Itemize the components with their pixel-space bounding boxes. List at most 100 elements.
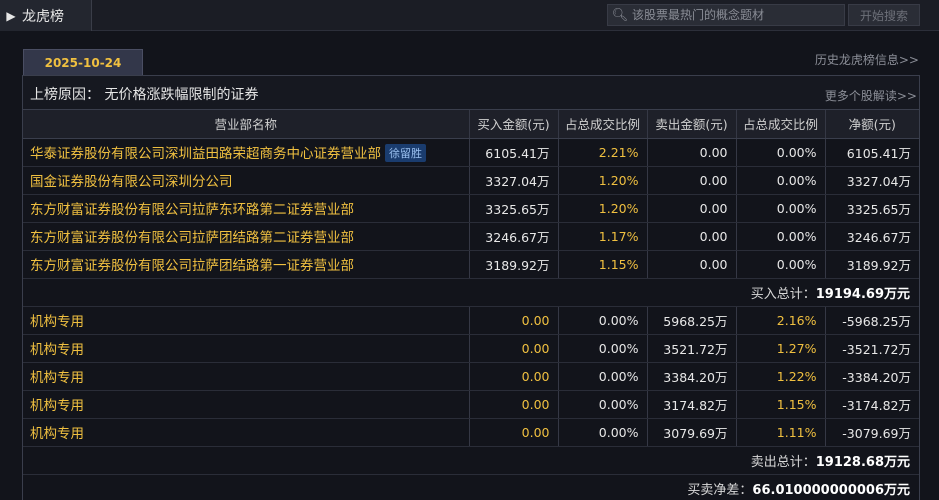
- sell-ratio: 1.11%: [736, 418, 826, 447]
- table-row[interactable]: 机构专用 0.00 0.00% 3079.69万 1.11% -3079.69万: [23, 418, 919, 447]
- seat-name-cell[interactable]: 东方财富证券股份有限公司拉萨团结路第一证券营业部: [23, 250, 470, 279]
- table-row[interactable]: 国金证券股份有限公司深圳分公司 3327.04万 1.20% 0.00 0.00% 332…: [23, 166, 919, 195]
- net-amount: -3174.82万: [825, 390, 919, 419]
- sell-total: 卖出总计：19128.68万元: [23, 446, 919, 475]
- seat-name[interactable]: 华泰证券股份有限公司深圳益田路荣超商务中心证券营业部: [30, 146, 381, 162]
- sell-total-cell: 卖出总计：19128.68万元: [23, 446, 919, 475]
- buy-amount: 3246.67万: [469, 222, 559, 251]
- seat-name-cell[interactable]: 东方财富证券股份有限公司拉萨团结路第二证券营业部: [23, 222, 470, 251]
- buy-ratio: 0.00%: [558, 334, 648, 363]
- table-row[interactable]: 机构专用 0.00 0.00% 3521.72万 1.27% -3521.72万: [23, 334, 919, 363]
- table-row[interactable]: 东方财富证券股份有限公司拉萨团结路第二证券营业部 3246.67万 1.17% 0.0…: [23, 222, 919, 251]
- net-amount: -3521.72万: [825, 334, 919, 363]
- column-header: 净额(元): [825, 110, 919, 139]
- buy-total-cell: 买入总计：19194.69万元: [23, 278, 919, 307]
- seat-name-cell[interactable]: 国金证券股份有限公司深圳分公司: [23, 166, 470, 195]
- column-header: 营业部名称: [23, 110, 470, 139]
- sell-ratio: 0.00%: [736, 138, 826, 167]
- seat-name-cell[interactable]: 机构专用: [23, 306, 470, 335]
- more-analysis-link[interactable]: 更多个股解读>>: [825, 87, 917, 104]
- seat-name[interactable]: 国金证券股份有限公司深圳分公司: [30, 174, 233, 190]
- net-amount: -5968.25万: [825, 306, 919, 335]
- sell-amount: 5968.25万: [647, 306, 737, 335]
- net-amount: -3384.20万: [825, 362, 919, 391]
- history-link[interactable]: 历史龙虎榜信息>>: [815, 51, 919, 68]
- module-title: 龙虎榜: [22, 8, 64, 25]
- net-amount: 3325.65万: [825, 194, 919, 223]
- sell-amount: 3521.72万: [647, 334, 737, 363]
- net-total-label: 买卖净差：: [687, 482, 753, 498]
- table-row[interactable]: 东方财富证券股份有限公司拉萨团结路第一证券营业部 3189.92万 1.15% 0.0…: [23, 250, 919, 279]
- seat-name[interactable]: 机构专用: [30, 314, 84, 330]
- sell-total-label: 卖出总计：: [750, 454, 816, 470]
- buy-amount: 0.00: [469, 418, 559, 447]
- seat-name[interactable]: 机构专用: [30, 398, 84, 414]
- table-row[interactable]: 机构专用 0.00 0.00% 5968.25万 2.16% -5968.25万: [23, 306, 919, 335]
- seat-name-cell[interactable]: 机构专用: [23, 334, 470, 363]
- buy-amount: 0.00: [469, 362, 559, 391]
- sell-ratio: 0.00%: [736, 250, 826, 279]
- seat-name[interactable]: 东方财富证券股份有限公司拉萨团结路第一证券营业部: [30, 258, 354, 274]
- buy-amount: 3327.04万: [469, 166, 559, 195]
- column-header: 买入金额(元): [469, 110, 559, 139]
- sell-amount: 0.00: [647, 194, 737, 223]
- net-amount: 6105.41万: [825, 138, 919, 167]
- search-box[interactable]: 🔍︎: [607, 4, 845, 26]
- buy-ratio: 0.00%: [558, 390, 648, 419]
- seat-name-cell[interactable]: 华泰证券股份有限公司深圳益田路荣超商务中心证券营业部 徐留胜: [23, 138, 470, 167]
- search-button[interactable]: 开始搜索: [848, 4, 920, 26]
- net-total: 买卖净差：66.010000000006万元: [23, 474, 919, 500]
- buy-total: 买入总计：19194.69万元: [23, 278, 919, 307]
- buy-amount: 3189.92万: [469, 250, 559, 279]
- buy-ratio: 1.15%: [558, 250, 648, 279]
- listing-reason: 上榜原因： 无价格涨跌幅限制的证券: [30, 87, 259, 103]
- buy-amount: 0.00: [469, 390, 559, 419]
- top-bar: ▶ 龙虎榜 🔍︎ 开始搜索: [0, 0, 939, 31]
- sell-ratio: 1.22%: [736, 362, 826, 391]
- buy-amount: 0.00: [469, 306, 559, 335]
- sell-ratio: 1.27%: [736, 334, 826, 363]
- seat-name-cell[interactable]: 东方财富证券股份有限公司拉萨东环路第二证券营业部: [23, 194, 470, 223]
- buy-amount: 0.00: [469, 334, 559, 363]
- seat-name[interactable]: 机构专用: [30, 370, 84, 386]
- seat-name[interactable]: 机构专用: [30, 342, 84, 358]
- date-tab[interactable]: 2025-10-24: [23, 49, 143, 75]
- module-tab[interactable]: ▶ 龙虎榜: [0, 0, 92, 31]
- buy-ratio: 0.00%: [558, 306, 648, 335]
- seat-name[interactable]: 东方财富证券股份有限公司拉萨团结路第二证券营业部: [30, 230, 354, 246]
- triangle-right-icon: ▶: [6, 8, 16, 23]
- dragon-tiger-panel: 上榜原因： 无价格涨跌幅限制的证券 更多个股解读>> 营业部名称 买入金额(元)…: [22, 75, 920, 500]
- net-amount: 3246.67万: [825, 222, 919, 251]
- search-icon: 🔍︎: [611, 7, 629, 23]
- table-row[interactable]: 机构专用 0.00 0.00% 3384.20万 1.22% -3384.20万: [23, 362, 919, 391]
- table-row[interactable]: 机构专用 0.00 0.00% 3174.82万 1.15% -3174.82万: [23, 390, 919, 419]
- listing-reason-bar: 上榜原因： 无价格涨跌幅限制的证券 更多个股解读>>: [23, 76, 919, 110]
- buy-ratio: 1.20%: [558, 194, 648, 223]
- seat-name[interactable]: 东方财富证券股份有限公司拉萨东环路第二证券营业部: [30, 202, 354, 218]
- seat-name-cell[interactable]: 机构专用: [23, 418, 470, 447]
- column-header: 占总成交比例: [558, 110, 648, 139]
- sell-amount: 3079.69万: [647, 418, 737, 447]
- seats-table: 营业部名称 买入金额(元) 占总成交比例 卖出金额(元) 占总成交比例 净额(元…: [23, 110, 919, 500]
- sell-ratio: 0.00%: [736, 166, 826, 195]
- trader-tag[interactable]: 徐留胜: [385, 144, 426, 162]
- seat-name[interactable]: 机构专用: [30, 426, 84, 442]
- buy-amount: 6105.41万: [469, 138, 559, 167]
- buy-total-label: 买入总计：: [750, 286, 816, 302]
- buy-ratio: 0.00%: [558, 362, 648, 391]
- sell-amount: 0.00: [647, 138, 737, 167]
- seat-name-cell[interactable]: 机构专用: [23, 390, 470, 419]
- table-row[interactable]: 华泰证券股份有限公司深圳益田路荣超商务中心证券营业部 徐留胜 6105.41万 2.2…: [23, 138, 919, 167]
- sell-ratio: 2.16%: [736, 306, 826, 335]
- net-amount: -3079.69万: [825, 418, 919, 447]
- net-total-cell: 买卖净差：66.010000000006万元: [23, 474, 919, 500]
- buy-ratio: 1.20%: [558, 166, 648, 195]
- buy-ratio: 1.17%: [558, 222, 648, 251]
- table-row[interactable]: 东方财富证券股份有限公司拉萨东环路第二证券营业部 3325.65万 1.20% 0.0…: [23, 194, 919, 223]
- search-input[interactable]: [632, 8, 837, 22]
- seat-name-cell[interactable]: 机构专用: [23, 362, 470, 391]
- table-header: 营业部名称 买入金额(元) 占总成交比例 卖出金额(元) 占总成交比例 净额(元…: [23, 110, 919, 139]
- sell-amount: 0.00: [647, 222, 737, 251]
- net-amount: 3189.92万: [825, 250, 919, 279]
- net-amount: 3327.04万: [825, 166, 919, 195]
